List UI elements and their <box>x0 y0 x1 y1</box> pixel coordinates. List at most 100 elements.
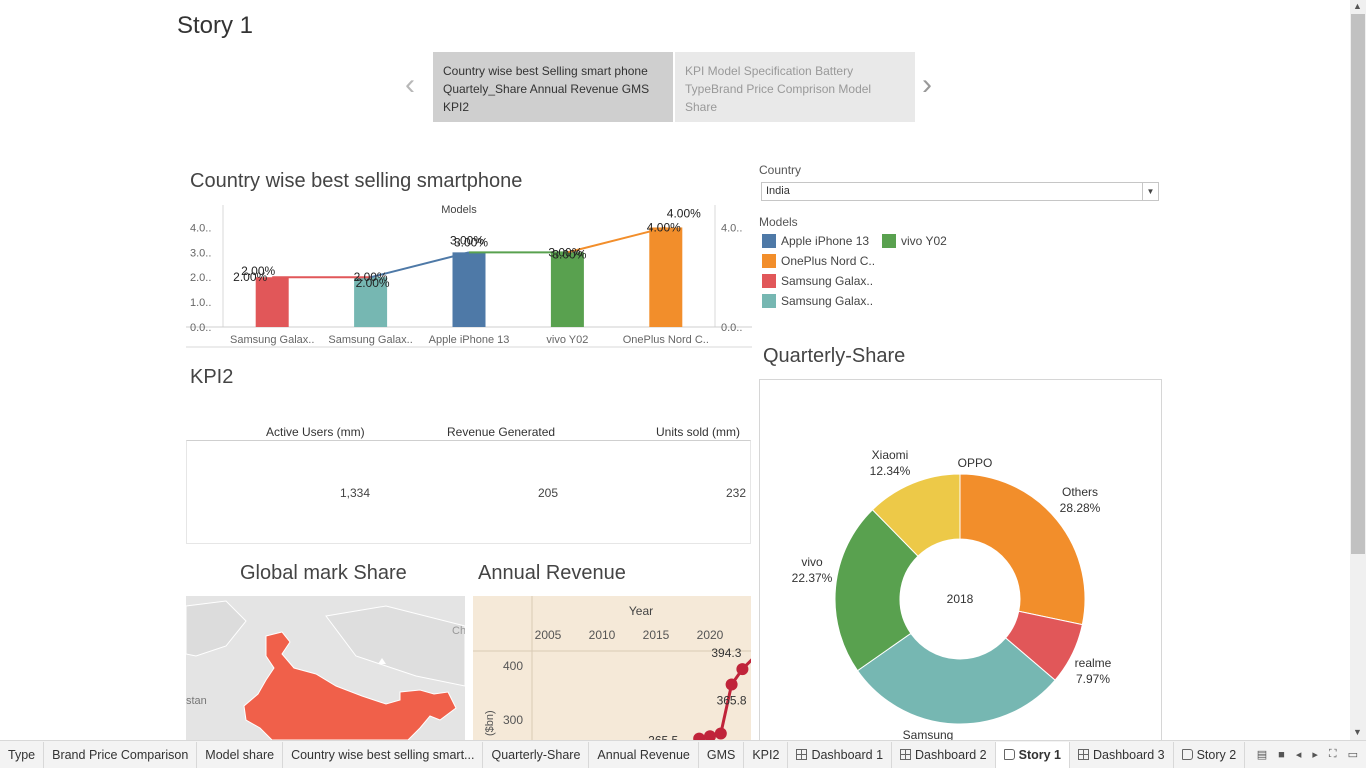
tab-label: Dashboard 1 <box>811 747 884 762</box>
x-tick-label: 2010 <box>589 628 616 642</box>
scroll-down-icon[interactable]: ▼ <box>1353 727 1362 737</box>
y-tick-right: 4.0.. <box>721 222 742 234</box>
line-data-label: 2.00% <box>241 264 275 278</box>
y-tick-left: 3.0.. <box>190 247 211 259</box>
filmstrip-icon[interactable]: ■ <box>1278 749 1285 761</box>
tab-dashboard-2[interactable]: Dashboard 2 <box>892 741 996 768</box>
tab-gms[interactable]: GMS <box>699 741 745 768</box>
tableau-story-window: Story 1 ‹ Country wise best Selling smar… <box>0 0 1366 768</box>
tab-dashboard-1[interactable]: Dashboard 1 <box>788 741 893 768</box>
x-tick-label: Samsung Galax.. <box>230 334 314 346</box>
kpi-value-active-users[interactable]: 1,334 <box>300 486 370 500</box>
tab-country-wise[interactable]: Country wise best selling smart... <box>283 741 484 768</box>
country-dropdown[interactable]: India ▼ <box>761 182 1159 201</box>
y-tick-label: 300 <box>503 713 523 727</box>
kpi-title: KPI2 <box>190 366 234 388</box>
kpi-value-units[interactable]: 232 <box>700 486 746 500</box>
presentation-icon[interactable]: ▭ <box>1348 748 1358 761</box>
slice-label: OPPO <box>958 456 993 470</box>
bestselling-title: Country wise best selling smartphone <box>190 170 523 192</box>
y-tick-left: 4.0.. <box>190 222 211 234</box>
slice-label: Xiaomi <box>872 448 909 462</box>
legend-swatch <box>762 234 776 248</box>
tab-dashboard-3[interactable]: Dashboard 3 <box>1070 741 1174 768</box>
fullscreen-icon[interactable]: ⛶ <box>1329 748 1337 761</box>
kpi-value-revenue[interactable]: 205 <box>508 486 558 500</box>
india-map[interactable]: stan Ch <box>186 596 465 740</box>
tab-label: Quarterly-Share <box>491 747 581 762</box>
chevron-down-icon[interactable]: ▼ <box>1142 183 1158 200</box>
legend-swatch <box>762 254 776 268</box>
legend-item-1[interactable]: Apple iPhone 13 <box>762 234 869 248</box>
tab-type[interactable]: Type <box>0 741 45 768</box>
story-point-2[interactable]: KPI Model Specification Battery TypeBran… <box>675 52 915 122</box>
bestselling-chart[interactable]: Models 0.0.. 1.0.. 2.0.. 3.0.. 4.0.. 0.0.. 4.0.… <box>186 200 752 350</box>
kpi-table <box>186 440 751 544</box>
legend-item-5[interactable]: Samsung Galax.. <box>762 294 873 308</box>
revenue-title: Annual Revenue <box>478 562 626 584</box>
legend-swatch <box>762 294 776 308</box>
tab-label: Story 1 <box>1018 747 1061 762</box>
revenue-point <box>725 678 738 691</box>
tab-kpi2[interactable]: KPI2 <box>744 741 789 768</box>
slice-pct-label: 28.28% <box>1060 501 1101 515</box>
tab-story-2[interactable]: Story 2 <box>1174 741 1246 768</box>
tab-story-1[interactable]: Story 1 <box>995 741 1070 768</box>
tab-quarterly-share[interactable]: Quarterly-Share <box>483 741 590 768</box>
quarterly-donut-chart[interactable]: OPPO Others 28.28% realme 7.97% Samsung vivo 22… <box>760 380 1160 740</box>
dashboard-icon <box>900 749 912 760</box>
y-axis-label: ($bn) <box>484 710 496 736</box>
map-label-ch: Ch <box>452 625 465 637</box>
next-sheet-icon[interactable]: ▸ <box>1312 748 1318 761</box>
scroll-up-icon[interactable]: ▲ <box>1353 1 1362 11</box>
x-tick-label: Samsung Galax.. <box>328 334 412 346</box>
tab-brand-price-comparison[interactable]: Brand Price Comparison <box>44 741 198 768</box>
slice-pct-label: 7.97% <box>1076 672 1110 686</box>
map-label-stan: stan <box>186 695 207 707</box>
x-tick-label: OnePlus Nord C.. <box>623 334 709 346</box>
y-tick-right: 0.0.. <box>721 322 742 334</box>
annual-revenue-chart[interactable]: Year2005201020152020400300($bn)265.5365.… <box>473 596 751 740</box>
scrollbar-thumb[interactable] <box>1351 14 1365 554</box>
quarterly-title: Quarterly-Share <box>763 345 906 367</box>
line-data-label: 3.00% <box>552 247 586 261</box>
tab-annual-revenue[interactable]: Annual Revenue <box>589 741 699 768</box>
chevron-right-icon[interactable]: › <box>922 70 932 100</box>
line-data-label: 4.00% <box>667 206 701 220</box>
tab-label: Story 2 <box>1196 747 1237 762</box>
sheet-sorter-icon[interactable]: ▤ <box>1257 748 1267 761</box>
legend-item-4[interactable]: Samsung Galax.. <box>762 274 873 288</box>
models-axis-header: Models <box>441 204 477 216</box>
legend-swatch <box>762 274 776 288</box>
dashboard-icon <box>796 749 808 760</box>
x-tick-label: vivo Y02 <box>546 334 588 346</box>
legend-label: OnePlus Nord C.. <box>781 254 876 268</box>
country-filter-label: Country <box>759 163 802 177</box>
tab-label: Dashboard 3 <box>1093 747 1165 762</box>
y-tick-left: 2.0.. <box>190 272 211 284</box>
x-tick-label: Apple iPhone 13 <box>429 334 510 346</box>
legend-item-2[interactable]: vivo Y02 <box>882 234 947 248</box>
country-dropdown-value: India <box>766 185 790 197</box>
chevron-left-icon[interactable]: ‹ <box>405 70 415 100</box>
kpi-header-units: Units sold (mm) <box>656 425 741 439</box>
slice-pct-label: 22.37% <box>792 571 833 585</box>
prev-sheet-icon[interactable]: ◂ <box>1296 748 1302 761</box>
tab-label: Dashboard 2 <box>915 747 987 762</box>
tab-model-share[interactable]: Model share <box>197 741 284 768</box>
legend-label: Samsung Galax.. <box>781 274 874 288</box>
legend-label: vivo Y02 <box>901 234 947 248</box>
bar <box>550 252 584 327</box>
y-tick-left: 0.0.. <box>190 322 211 334</box>
kpi-header-revenue: Revenue Generated <box>447 425 556 439</box>
story-point-1[interactable]: Country wise best Selling smart phone Qu… <box>433 52 673 122</box>
map-title: Global mark Share <box>240 562 407 584</box>
legend-label: Samsung Galax.. <box>781 294 874 308</box>
slice-pct-label: 12.34% <box>870 464 911 478</box>
revenue-point <box>714 727 727 740</box>
y-tick-left: 1.0.. <box>190 297 211 309</box>
line-data-label: 2.00% <box>356 276 390 290</box>
legend-item-3[interactable]: OnePlus Nord C.. <box>762 254 875 268</box>
donut-center-label: 2018 <box>947 592 974 606</box>
slice-label: realme <box>1075 656 1112 670</box>
